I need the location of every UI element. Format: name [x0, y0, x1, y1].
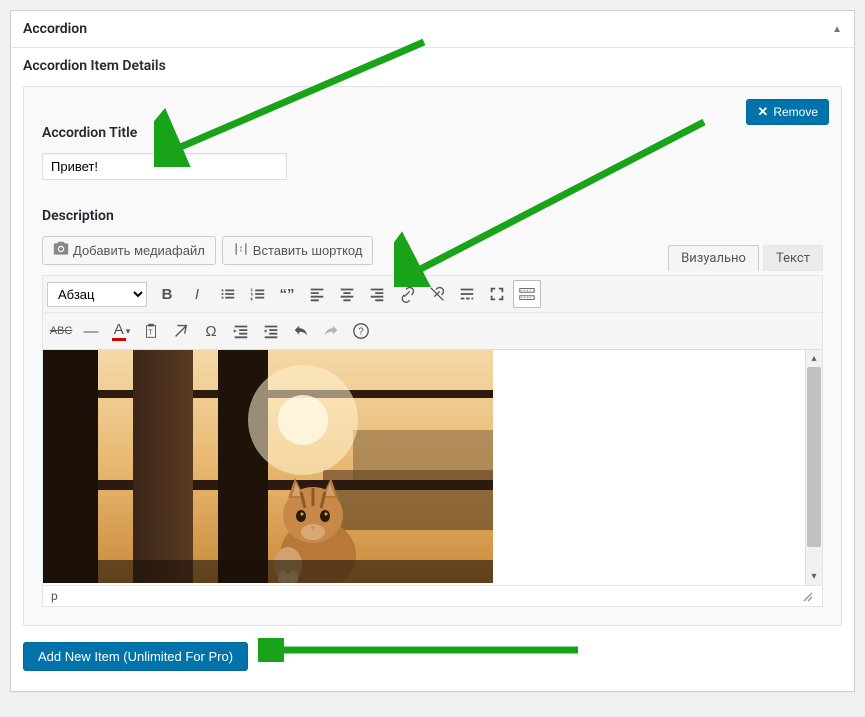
readmore-button[interactable] — [453, 280, 481, 308]
add-media-button[interactable]: Добавить медиафайл — [42, 236, 216, 265]
italic-button[interactable]: I — [183, 280, 211, 308]
numbered-list-button[interactable] — [243, 280, 271, 308]
special-character-button[interactable]: Ω — [197, 317, 225, 345]
arrow-annotation-3 — [258, 638, 588, 662]
scrollbar-thumb[interactable] — [807, 367, 821, 547]
toolbar-row-2: ABC — A▾ T Ω ? — [43, 312, 822, 349]
scroll-down-icon[interactable]: ▾ — [806, 568, 822, 585]
scroll-up-icon[interactable]: ▴ — [806, 350, 822, 367]
collapse-toggle-icon[interactable]: ▲ — [832, 24, 842, 35]
svg-text:T: T — [148, 328, 153, 337]
description-field-label: Description — [42, 208, 823, 224]
add-media-label: Добавить медиафайл — [73, 243, 205, 258]
clear-formatting-button[interactable] — [167, 317, 195, 345]
redo-button[interactable] — [317, 317, 345, 345]
remove-button[interactable]: ✕ Remove — [746, 99, 829, 125]
add-new-item-button[interactable]: Add New Item (Unlimited For Pro) — [23, 642, 248, 671]
insert-shortcode-label: Вставить шорткод — [253, 243, 363, 258]
title-field-label: Accordion Title — [42, 125, 823, 141]
svg-text:?: ? — [358, 327, 364, 338]
panel-header: Accordion ▲ — [11, 11, 854, 48]
strikethrough-button[interactable]: ABC — [47, 317, 75, 345]
content-image — [43, 350, 493, 583]
bold-button[interactable]: B — [153, 280, 181, 308]
accordion-item: ✕ Remove Accordion Title Description Доб… — [23, 86, 842, 626]
link-button[interactable] — [393, 280, 421, 308]
resize-grip-icon[interactable] — [800, 589, 814, 603]
accordion-title-input[interactable] — [42, 153, 287, 180]
editor: Абзац B I “” — [42, 275, 823, 607]
panel-title: Accordion — [23, 21, 87, 37]
editor-content-area[interactable]: ▴ ▾ — [43, 350, 822, 585]
undo-button[interactable] — [287, 317, 315, 345]
format-select[interactable]: Абзац — [47, 282, 147, 307]
editor-scrollbar[interactable]: ▴ ▾ — [805, 350, 822, 585]
remove-label: Remove — [773, 105, 818, 119]
kitchen-sink-button[interactable] — [513, 280, 541, 308]
camera-icon — [53, 241, 69, 260]
status-path: p — [51, 589, 58, 603]
unlink-button[interactable] — [423, 280, 451, 308]
paste-text-button[interactable]: T — [137, 317, 165, 345]
blockquote-button[interactable]: “” — [273, 280, 301, 308]
shortcode-icon — [233, 241, 249, 260]
arrow-annotation-1 — [154, 37, 434, 167]
tab-text[interactable]: Текст — [763, 245, 823, 271]
bullet-list-button[interactable] — [213, 280, 241, 308]
accordion-panel: Accordion ▲ Accordion Item Details ✕ Rem… — [10, 10, 855, 692]
section-title: Accordion Item Details — [23, 58, 842, 74]
editor-status-bar: p — [43, 585, 822, 606]
hr-button[interactable]: — — [77, 317, 105, 345]
align-left-button[interactable] — [303, 280, 331, 308]
align-center-button[interactable] — [333, 280, 361, 308]
toolbar-row-1: Абзац B I “” — [43, 276, 822, 312]
fullscreen-button[interactable] — [483, 280, 511, 308]
help-button[interactable]: ? — [347, 317, 375, 345]
editor-toolbar: Абзац B I “” — [43, 276, 822, 350]
outdent-button[interactable] — [227, 317, 255, 345]
panel-body: Accordion Item Details ✕ Remove Accordio… — [11, 48, 854, 691]
textcolor-button[interactable]: A▾ — [107, 317, 135, 345]
tab-visual[interactable]: Визуально — [668, 245, 759, 271]
close-icon: ✕ — [757, 104, 768, 120]
align-right-button[interactable] — [363, 280, 391, 308]
indent-button[interactable] — [257, 317, 285, 345]
insert-shortcode-button[interactable]: Вставить шорткод — [222, 236, 374, 265]
